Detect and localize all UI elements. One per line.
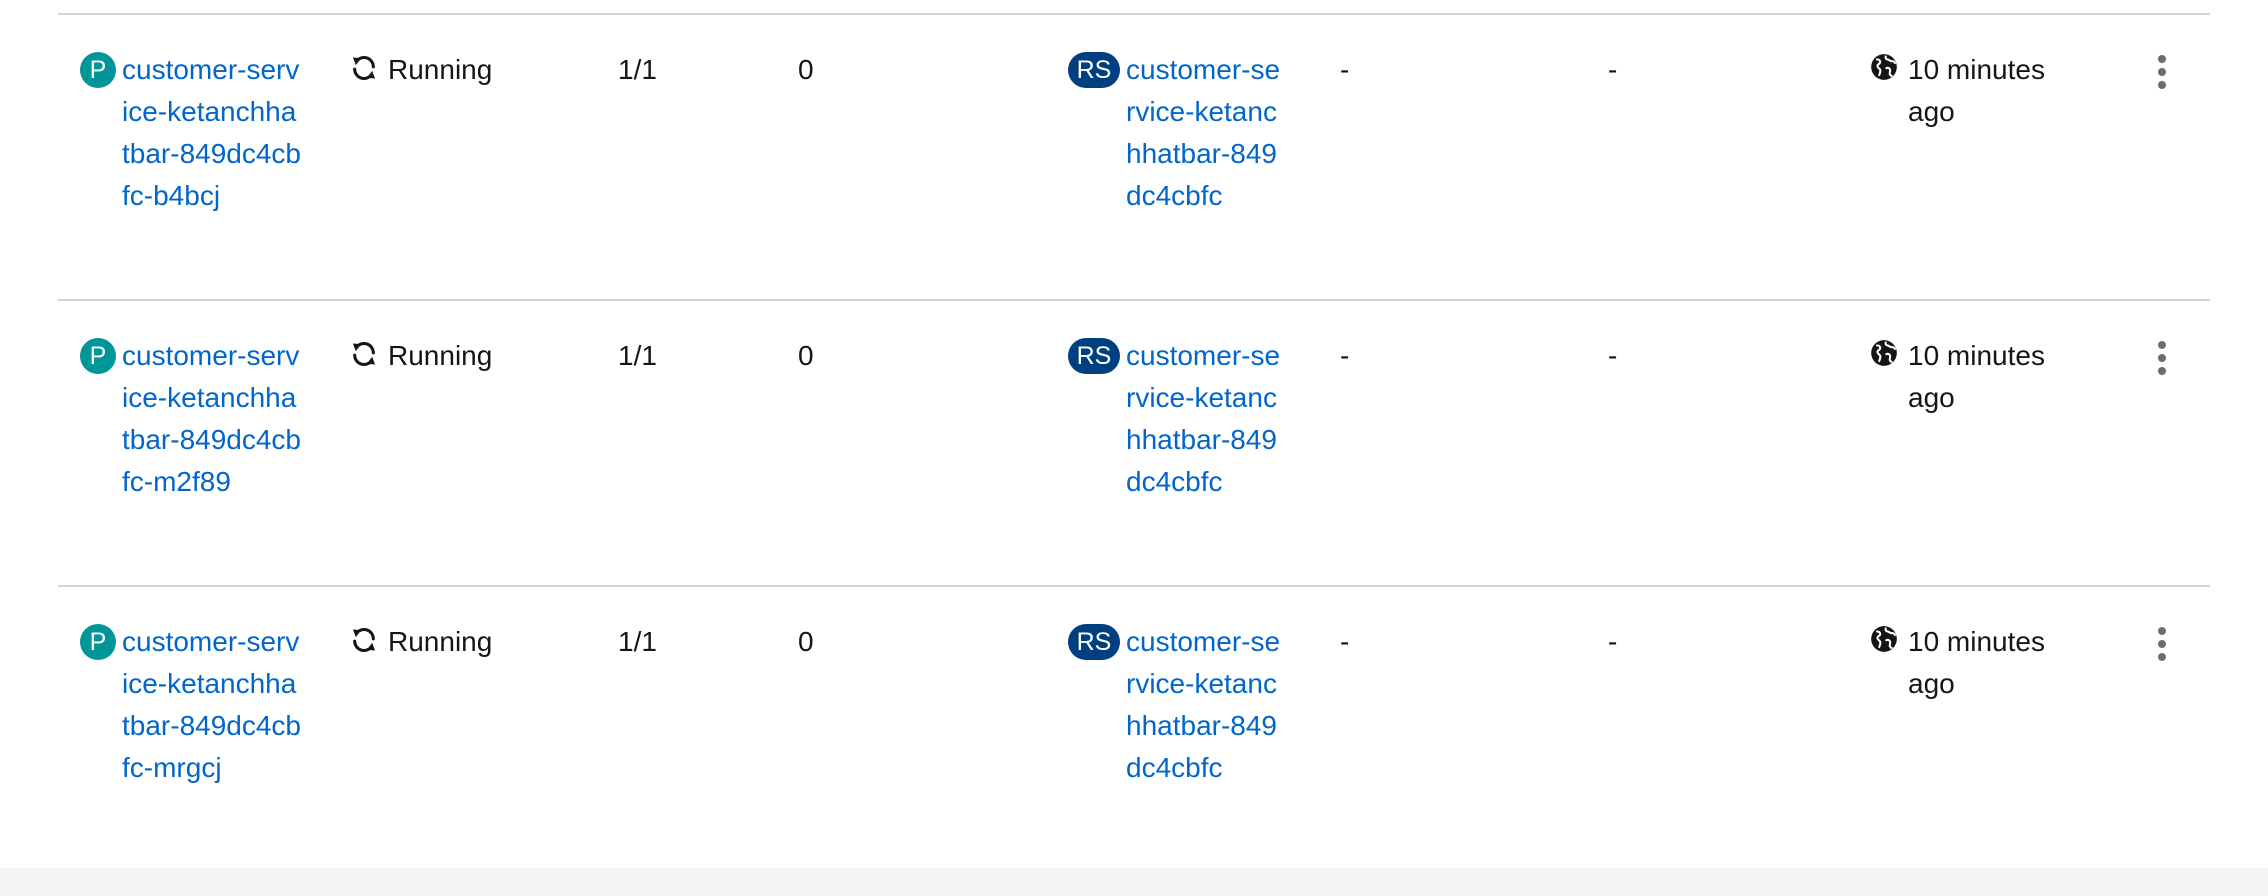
globe-icon bbox=[1871, 626, 1897, 652]
pod-name-cell: P customer-service-ketanchhatbar-849dc4c… bbox=[80, 49, 302, 217]
status-text: Running bbox=[388, 626, 493, 657]
created-cell: 10 minutes ago bbox=[1870, 621, 2058, 705]
memory-value: - bbox=[1340, 626, 1350, 657]
pod-badge: P bbox=[80, 52, 116, 88]
restarts-value: 0 bbox=[798, 626, 814, 657]
status-cell: Running bbox=[350, 49, 492, 91]
created-cell: 10 minutes ago bbox=[1870, 49, 2058, 133]
status-cell: Running bbox=[350, 335, 492, 377]
owner-cell: RS customer-service-ketanchhatbar-849dc4… bbox=[1068, 49, 1286, 217]
owner-link[interactable]: customer-service-ketanchhatbar-849dc4cbf… bbox=[1126, 49, 1286, 217]
created-text: 10 minutes ago bbox=[1908, 626, 2045, 699]
page-footer-band bbox=[0, 868, 2268, 896]
memory-value: - bbox=[1340, 54, 1350, 85]
cpu-value: - bbox=[1608, 54, 1618, 85]
pod-name-link[interactable]: customer-service-ketanchhatbar-849dc4cbf… bbox=[122, 335, 302, 503]
ready-value: 1/1 bbox=[618, 340, 657, 371]
table-row: P customer-service-ketanchhatbar-849dc4c… bbox=[58, 587, 2210, 873]
pod-name-link[interactable]: customer-service-ketanchhatbar-849dc4cbf… bbox=[122, 49, 302, 217]
kebab-menu-icon[interactable] bbox=[2150, 627, 2174, 661]
pod-badge: P bbox=[80, 338, 116, 374]
pod-badge: P bbox=[80, 624, 116, 660]
status-text: Running bbox=[388, 54, 493, 85]
sync-icon bbox=[352, 342, 376, 366]
cpu-value: - bbox=[1608, 340, 1618, 371]
pod-name-cell: P customer-service-ketanchhatbar-849dc4c… bbox=[80, 335, 302, 503]
replicaset-badge: RS bbox=[1068, 52, 1120, 88]
ready-value: 1/1 bbox=[618, 54, 657, 85]
memory-value: - bbox=[1340, 340, 1350, 371]
kebab-menu-icon[interactable] bbox=[2150, 341, 2174, 375]
kebab-menu-icon[interactable] bbox=[2150, 55, 2174, 89]
pod-name-link[interactable]: customer-service-ketanchhatbar-849dc4cbf… bbox=[122, 621, 302, 789]
created-cell: 10 minutes ago bbox=[1870, 335, 2058, 419]
owner-cell: RS customer-service-ketanchhatbar-849dc4… bbox=[1068, 621, 1286, 789]
replicaset-badge: RS bbox=[1068, 338, 1120, 374]
owner-link[interactable]: customer-service-ketanchhatbar-849dc4cbf… bbox=[1126, 335, 1286, 503]
sync-icon bbox=[352, 628, 376, 652]
created-text: 10 minutes ago bbox=[1908, 54, 2045, 127]
pods-table: P customer-service-ketanchhatbar-849dc4c… bbox=[58, 0, 2210, 873]
pod-name-cell: P customer-service-ketanchhatbar-849dc4c… bbox=[80, 621, 302, 789]
status-cell: Running bbox=[350, 621, 492, 663]
table-top-divider bbox=[58, 0, 2210, 15]
status-text: Running bbox=[388, 340, 493, 371]
ready-value: 1/1 bbox=[618, 626, 657, 657]
restarts-value: 0 bbox=[798, 340, 814, 371]
sync-icon bbox=[352, 56, 376, 80]
table-row: P customer-service-ketanchhatbar-849dc4c… bbox=[58, 15, 2210, 301]
created-text: 10 minutes ago bbox=[1908, 340, 2045, 413]
globe-icon bbox=[1871, 54, 1897, 80]
cpu-value: - bbox=[1608, 626, 1618, 657]
restarts-value: 0 bbox=[798, 54, 814, 85]
owner-link[interactable]: customer-service-ketanchhatbar-849dc4cbf… bbox=[1126, 621, 1286, 789]
table-row: P customer-service-ketanchhatbar-849dc4c… bbox=[58, 301, 2210, 587]
replicaset-badge: RS bbox=[1068, 624, 1120, 660]
globe-icon bbox=[1871, 340, 1897, 366]
owner-cell: RS customer-service-ketanchhatbar-849dc4… bbox=[1068, 335, 1286, 503]
